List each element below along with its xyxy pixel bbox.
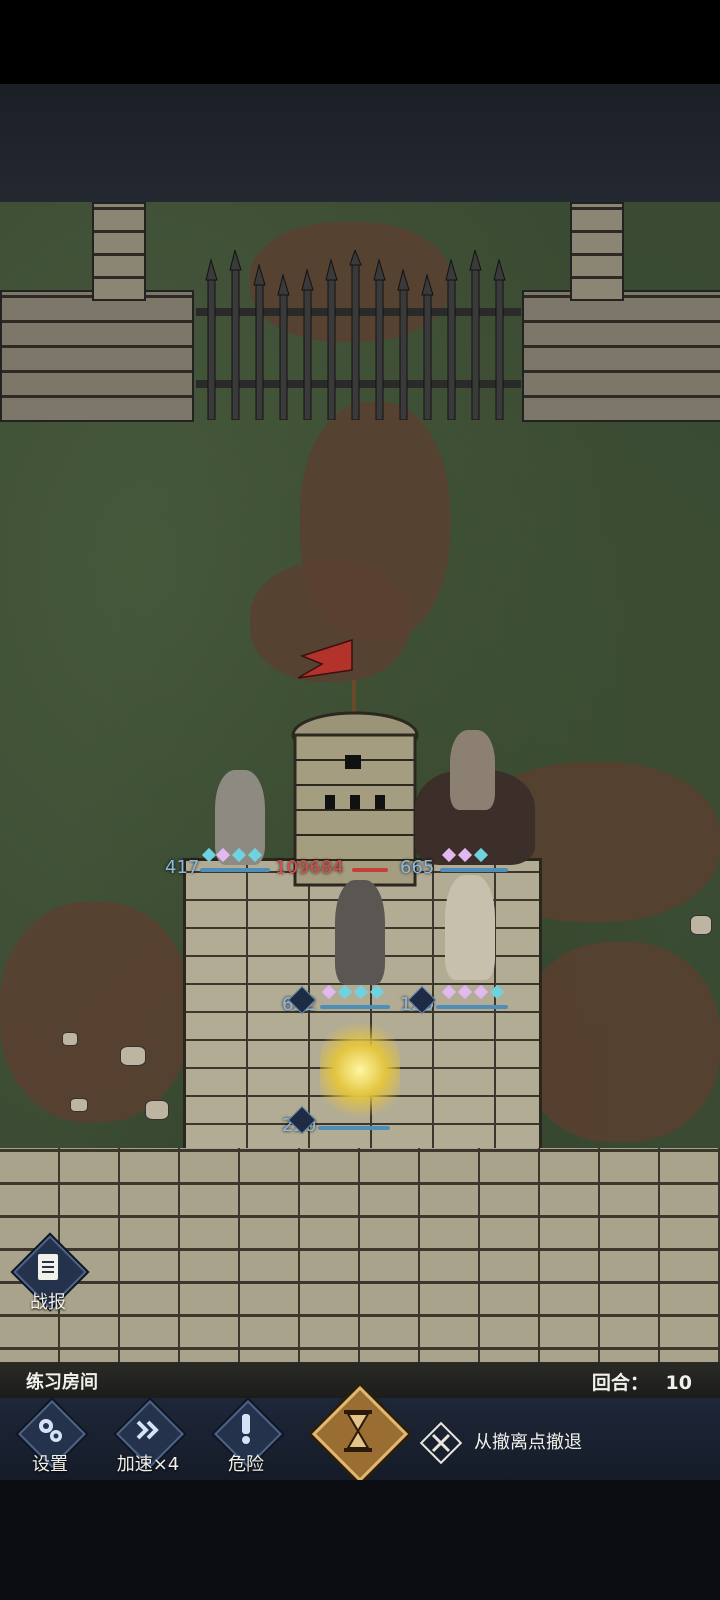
rock — [70, 1098, 88, 1112]
wall-pillar-left — [92, 202, 146, 301]
bard-unit[interactable] — [430, 875, 510, 985]
round-counter: 回合： 10 — [592, 1368, 692, 1395]
tower-hp-bar — [352, 868, 388, 872]
left-fighter-hp: 417 — [165, 857, 200, 878]
rock — [690, 915, 712, 935]
retreat-label: 从撤离点撤退 — [474, 1432, 582, 1453]
dirt-path — [0, 902, 190, 1122]
rider-unit[interactable] — [405, 730, 545, 870]
bard-hp-bar — [436, 1005, 508, 1009]
background-sky — [0, 84, 720, 202]
round-label: 回合： — [591, 1372, 649, 1394]
rider-hp: 665 — [400, 857, 435, 878]
navigation-area — [0, 1480, 720, 1600]
hourglass-icon — [344, 1410, 372, 1452]
wall-pillar-right — [570, 202, 624, 301]
lower-stone-wall — [0, 1148, 720, 1380]
settings-button[interactable]: 设置 — [10, 1400, 90, 1478]
center-warrior-hp-bar — [320, 1005, 390, 1009]
left-fighter-hp-bar — [200, 868, 270, 872]
red-banner — [297, 638, 353, 679]
stone-wall-right — [522, 290, 720, 422]
danger-button[interactable]: 危险 — [206, 1400, 286, 1478]
retreat-swords-icon — [431, 1433, 451, 1453]
status-bar-area — [0, 0, 720, 84]
settings-label: 设置 — [32, 1454, 68, 1475]
danger-label: 危险 — [228, 1454, 264, 1475]
speed-button[interactable]: 加速×4 — [108, 1400, 188, 1478]
rider-hp-bar — [440, 868, 508, 872]
report-icon — [38, 1254, 58, 1280]
room-name: 练习房间 — [26, 1372, 98, 1393]
rock — [62, 1032, 78, 1046]
fast-forward-icon — [136, 1420, 159, 1440]
exclamation-icon — [242, 1414, 250, 1444]
round-value: 10 — [665, 1372, 692, 1394]
gear-icon — [39, 1419, 62, 1442]
battle-report-button[interactable]: 战报 — [12, 1235, 87, 1314]
tower-hp: 109684 — [275, 857, 344, 878]
iron-gate — [196, 248, 521, 421]
battle-report-label: 战报 — [30, 1292, 66, 1313]
rock — [120, 1046, 146, 1066]
center-warrior-unit[interactable] — [320, 880, 400, 990]
speed-label: 加速×4 — [116, 1454, 180, 1475]
glowing-unit-hp-bar — [318, 1126, 390, 1130]
dirt-path — [520, 942, 720, 1142]
end-turn-button[interactable] — [311, 1385, 409, 1483]
glowing-unit[interactable] — [310, 1000, 410, 1130]
stone-wall-left — [0, 290, 194, 422]
rock — [145, 1100, 169, 1120]
